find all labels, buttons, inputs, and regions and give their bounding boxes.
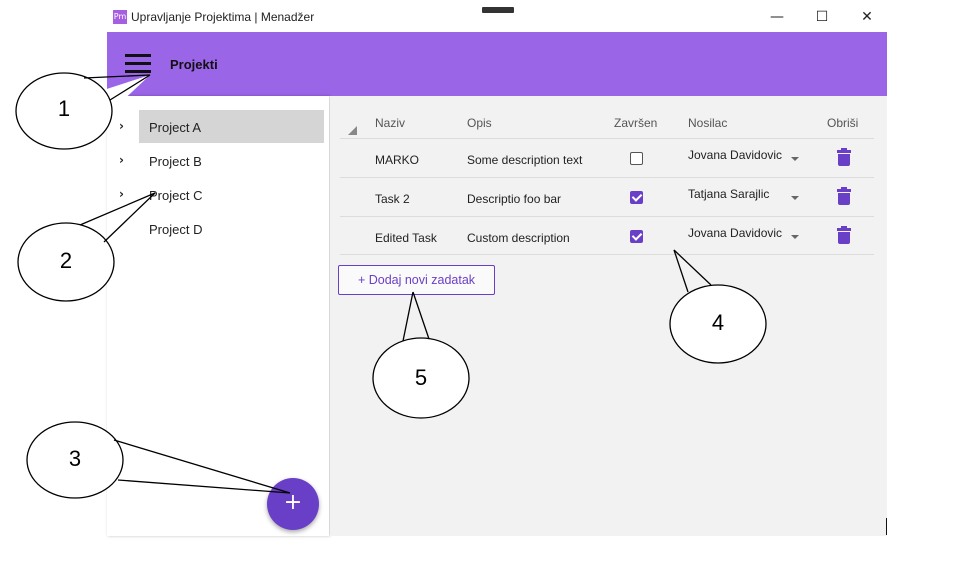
column-header-zavrsen[interactable]: Završen <box>614 116 657 130</box>
tasks-panel: Naziv Opis Završen Nosilac Obriši MARKO … <box>330 96 887 536</box>
dropdown-arrow-icon[interactable] <box>791 157 799 161</box>
dropdown-arrow-icon[interactable] <box>791 235 799 239</box>
task-name[interactable]: Edited Task <box>375 231 437 245</box>
add-project-button[interactable]: + <box>267 478 319 530</box>
hamburger-menu-icon[interactable] <box>125 54 151 74</box>
callout-number: 2 <box>59 248 73 273</box>
column-header-naziv[interactable]: Naziv <box>375 116 405 130</box>
callout-number: 4 <box>711 310 725 335</box>
table-row: Edited Task Custom description Jovana Da… <box>340 216 874 255</box>
delete-trash-icon[interactable] <box>837 187 851 206</box>
app-bar: Projekti <box>107 32 887 96</box>
close-button[interactable]: ✕ <box>852 6 882 28</box>
task-name[interactable]: Task 2 <box>375 192 410 206</box>
table-row: MARKO Some description text Jovana David… <box>340 138 874 177</box>
delete-trash-icon[interactable] <box>837 148 851 167</box>
task-name[interactable]: MARKO <box>375 153 419 167</box>
callout-number: 5 <box>414 365 428 390</box>
add-task-button[interactable]: + Dodaj novi zadatak <box>338 265 495 295</box>
sidebar-item-label: Project D <box>149 222 203 237</box>
sidebar-item-project-a[interactable]: › Project A <box>107 110 329 144</box>
task-description[interactable]: Descriptio foo bar <box>467 192 561 206</box>
app-bar-title: Projekti <box>170 57 218 72</box>
divider <box>886 518 887 535</box>
dropdown-arrow-icon[interactable] <box>791 196 799 200</box>
assignee-select[interactable]: Tatjana Sarajlic <box>688 187 769 201</box>
callout-number: 1 <box>57 96 71 121</box>
chevron-right-icon[interactable]: › <box>119 119 124 133</box>
delete-trash-icon[interactable] <box>837 226 851 245</box>
minimize-button[interactable]: — <box>762 6 792 28</box>
chevron-right-icon[interactable]: › <box>119 187 124 201</box>
completed-checkbox[interactable] <box>630 152 643 165</box>
window-title: Upravljanje Projektima | Menadžer <box>131 10 315 24</box>
task-description[interactable]: Some description text <box>467 153 582 167</box>
sort-indicator-icon[interactable] <box>348 126 357 135</box>
app-icon: Pm <box>113 10 127 24</box>
window-drag-handle[interactable] <box>482 7 514 13</box>
sidebar-item-project-d[interactable]: Project D <box>107 212 329 246</box>
maximize-button[interactable]: ☐ <box>807 6 837 28</box>
column-header-opis[interactable]: Opis <box>467 116 492 130</box>
table-row: Task 2 Descriptio foo bar Tatjana Sarajl… <box>340 177 874 216</box>
completed-checkbox[interactable] <box>630 191 643 204</box>
chevron-right-icon[interactable]: › <box>119 153 124 167</box>
task-description[interactable]: Custom description <box>467 231 570 245</box>
column-header-obrisi: Obriši <box>827 116 859 130</box>
sidebar-item-label: Project B <box>149 154 202 169</box>
sidebar-item-label: Project C <box>149 188 203 203</box>
assignee-select[interactable]: Jovana Davidovic <box>688 226 782 240</box>
sidebar-item-project-b[interactable]: › Project B <box>107 144 329 178</box>
assignee-select[interactable]: Jovana Davidovic <box>688 148 782 162</box>
sidebar-item-label: Project A <box>149 120 202 135</box>
callout-number: 3 <box>68 446 82 471</box>
project-sidebar: › Project A › Project B › Project C Proj… <box>107 96 329 536</box>
sidebar-item-project-c[interactable]: › Project C <box>107 178 329 212</box>
column-header-nosilac[interactable]: Nosilac <box>688 116 727 130</box>
completed-checkbox[interactable] <box>630 230 643 243</box>
window-titlebar: Pm Upravljanje Projektima | Menadžer — ☐… <box>107 0 887 32</box>
